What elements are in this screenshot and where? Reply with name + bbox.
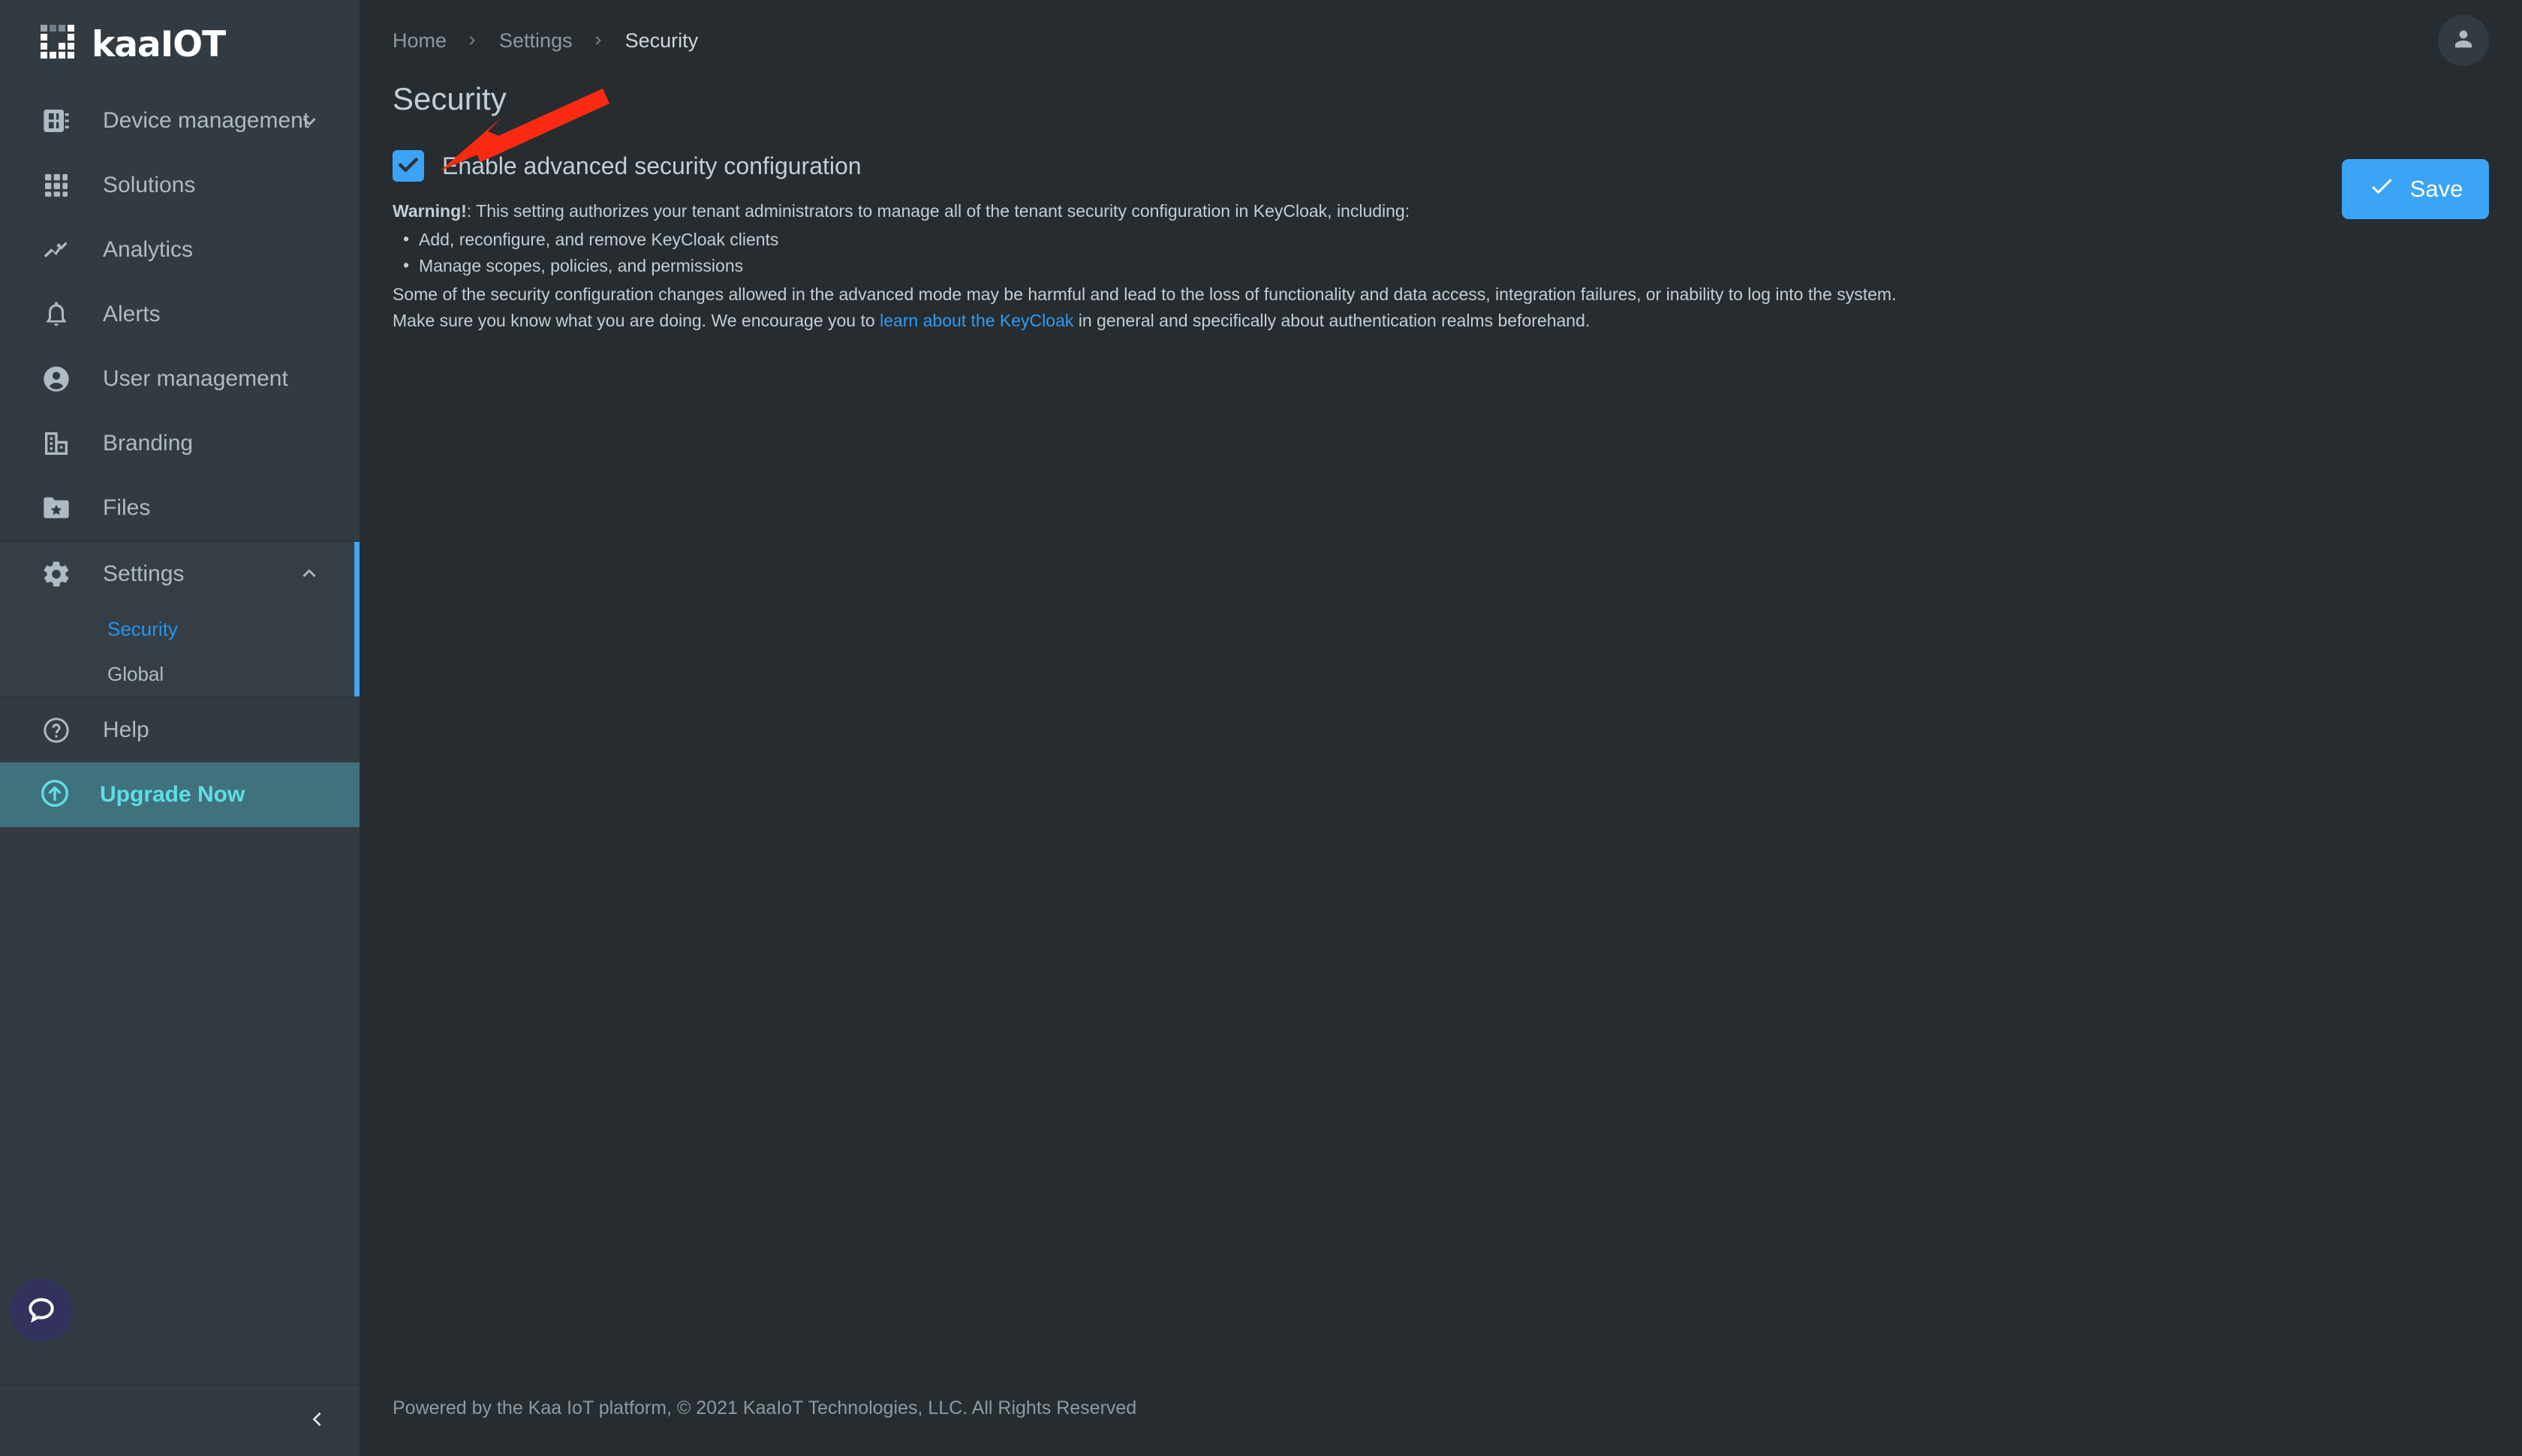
checkmark-icon	[396, 152, 421, 181]
save-button-label: Save	[2409, 176, 2463, 202]
sidebar-item-label: Files	[103, 495, 151, 520]
warning-bullet-list: Add, reconfigure, and remove KeyCloak cl…	[393, 226, 2522, 279]
main-content: Home Settings Security Security Save Ena…	[360, 0, 2522, 1456]
top-bar: Home Settings Security	[360, 0, 2522, 81]
solutions-grid-icon	[39, 168, 74, 203]
security-settings-form: Enable advanced security configuration W…	[360, 150, 2522, 334]
person-icon	[2448, 24, 2478, 58]
sidebar-item-label: Upgrade Now	[100, 782, 245, 807]
advanced-security-checkbox-row: Enable advanced security configuration	[393, 150, 2522, 182]
logo-text: kaaIOT	[92, 23, 226, 65]
sidebar-subitem-label: Security	[107, 617, 178, 640]
save-button[interactable]: Save	[2342, 159, 2489, 219]
help-circle-icon	[39, 713, 74, 748]
warning-intro-rest: : This setting authorizes your tenant ad…	[466, 201, 1410, 221]
learn-about-keycloak-link[interactable]: learn about the KeyCloak	[880, 311, 1073, 330]
warning-intro-bold: Warning!	[393, 201, 467, 221]
analytics-chart-icon	[39, 233, 74, 267]
bell-icon	[39, 297, 74, 332]
breadcrumb-item-security: Security	[624, 29, 699, 52]
chat-bubble-icon[interactable]	[10, 1279, 73, 1342]
footer-text: Powered by the Kaa IoT platform, © 2021 …	[393, 1397, 1137, 1418]
sidebar-item-label: Help	[103, 717, 149, 742]
arrow-up-circle-icon	[39, 778, 71, 813]
breadcrumb-item-settings[interactable]: Settings	[499, 29, 573, 53]
sidebar-item-user-management[interactable]: User management	[0, 347, 360, 411]
chevron-right-icon	[589, 31, 609, 50]
chevron-left-icon	[305, 1407, 330, 1435]
sidebar-item-analytics[interactable]: Analytics	[0, 218, 360, 282]
avatar[interactable]	[2438, 15, 2489, 66]
list-item: Manage scopes, policies, and permissions	[393, 252, 2522, 279]
warning-closing-before-link: Make sure you know what you are doing. W…	[393, 310, 880, 330]
list-item: Add, reconfigure, and remove KeyCloak cl…	[393, 226, 2522, 253]
sidebar: kaaIOT Device management Solutions Analy…	[0, 0, 360, 1456]
folder-star-icon	[39, 491, 74, 525]
breadcrumb-item-home[interactable]: Home	[393, 29, 447, 53]
page-header: Security Save	[360, 81, 2522, 219]
gear-icon	[39, 557, 74, 591]
sidebar-item-branding[interactable]: Branding	[0, 411, 360, 476]
footer: Powered by the Kaa IoT platform, © 2021 …	[360, 1360, 2522, 1456]
warning-closing: Make sure you know what you are doing. W…	[393, 308, 2522, 334]
sidebar-item-upgrade-now[interactable]: Upgrade Now	[0, 763, 360, 827]
sidebar-item-device-management[interactable]: Device management	[0, 89, 360, 153]
sidebar-subitem-global[interactable]: Global	[0, 651, 360, 696]
chevron-right-icon	[463, 31, 483, 50]
security-warning-block: Warning!: This setting authorizes your t…	[393, 198, 2522, 334]
sidebar-item-solutions[interactable]: Solutions	[0, 153, 360, 218]
sidebar-item-label: Device management	[103, 108, 310, 133]
sidebar-nav: Device management Solutions Analytics Al…	[0, 89, 360, 827]
sidebar-item-label: Branding	[103, 431, 194, 456]
page-title: Security	[393, 81, 507, 116]
sidebar-item-label: Alerts	[103, 302, 161, 326]
sidebar-subitem-label: Global	[107, 662, 164, 685]
sidebar-item-label: Settings	[103, 561, 185, 586]
check-icon	[2368, 173, 2395, 206]
warning-intro: Warning!: This setting authorizes your t…	[393, 198, 2522, 224]
sidebar-item-label: User management	[103, 366, 288, 391]
warning-paragraph: Some of the security configuration chang…	[393, 284, 1897, 304]
sidebar-item-settings[interactable]: Settings	[0, 542, 360, 606]
sidebar-collapse-button[interactable]	[0, 1384, 360, 1456]
kaaiot-logo[interactable]: kaaIOT	[39, 23, 226, 65]
sidebar-item-files[interactable]: Files	[0, 476, 360, 540]
chevron-down-icon[interactable]	[296, 108, 322, 134]
sidebar-item-help[interactable]: Help	[0, 698, 360, 763]
sidebar-item-label: Analytics	[103, 237, 194, 262]
building-icon	[39, 426, 74, 461]
breadcrumb: Home Settings Security	[393, 29, 698, 53]
device-management-icon	[39, 104, 74, 138]
application-root: kaaIOT Device management Solutions Analy…	[0, 0, 2522, 1456]
chevron-up-icon[interactable]	[296, 561, 322, 587]
kaa-dot-matrix-logo-icon	[39, 23, 81, 65]
sidebar-item-alerts[interactable]: Alerts	[0, 282, 360, 347]
enable-advanced-security-label[interactable]: Enable advanced security configuration	[442, 152, 862, 180]
enable-advanced-security-checkbox[interactable]	[393, 150, 424, 182]
logo-area[interactable]: kaaIOT	[0, 0, 360, 89]
sidebar-settings-group: Settings Security Global	[0, 542, 360, 696]
warning-closing-after-link: in general and specifically about authen…	[1073, 310, 1591, 330]
sidebar-subitem-security[interactable]: Security	[0, 606, 360, 651]
user-circle-icon	[39, 362, 74, 396]
sidebar-item-label: Solutions	[103, 173, 196, 197]
